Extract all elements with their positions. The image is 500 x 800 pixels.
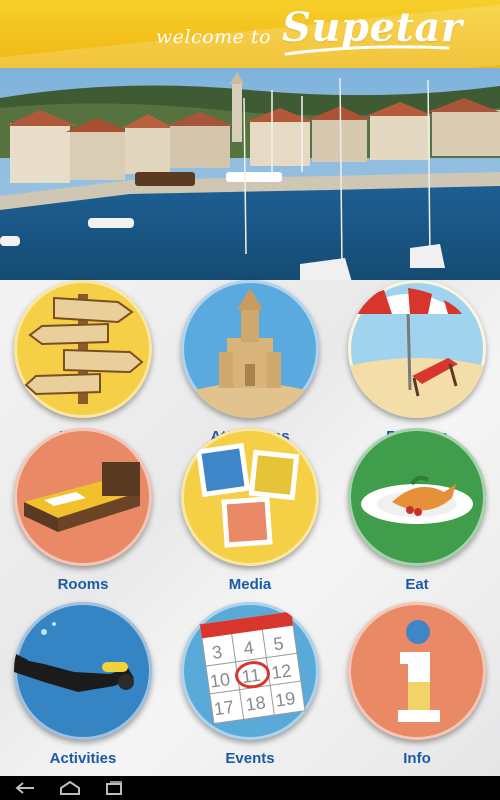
tile-media[interactable]: Media (175, 428, 325, 593)
tile-rooms[interactable]: Rooms (8, 428, 158, 593)
tile-beaches[interactable]: Beaches (342, 280, 492, 445)
system-navigation-bar (0, 776, 500, 800)
cal-num: 19 (274, 688, 297, 711)
tile-events[interactable]: 3 4 5 10 11 12 17 18 19 Events (175, 602, 325, 767)
back-icon[interactable] (14, 780, 38, 796)
tile-attractions[interactable]: Attractions (175, 280, 325, 445)
cal-num: 10 (209, 669, 232, 692)
app-header: welcome to Supetar (0, 0, 500, 68)
tile-label: Activities (49, 750, 117, 767)
menu-grid: Places Attractions (0, 280, 500, 776)
signpost-icon (14, 280, 152, 418)
fish-plate-icon (348, 428, 486, 566)
cal-num: 18 (244, 692, 267, 715)
tile-info[interactable]: Info (342, 602, 492, 767)
tile-label: Rooms (57, 576, 109, 593)
tile-label: Eat (405, 576, 429, 593)
harbour-photo (0, 68, 500, 290)
recent-apps-icon[interactable] (102, 780, 126, 796)
beach-umbrella-icon (348, 280, 486, 418)
bed-icon (14, 428, 152, 566)
cal-num: 12 (270, 660, 293, 683)
tile-eat[interactable]: Eat (342, 428, 492, 593)
scuba-diver-icon (14, 602, 152, 740)
home-icon[interactable] (58, 780, 82, 796)
info-icon (348, 602, 486, 740)
welcome-text: welcome to (156, 26, 272, 48)
tile-activities[interactable]: Activities (8, 602, 158, 767)
calendar-icon: 3 4 5 10 11 12 17 18 19 (181, 602, 319, 740)
tile-places[interactable]: Places (8, 280, 158, 445)
tile-label: Media (228, 576, 272, 593)
tile-label: Info (403, 750, 431, 767)
tile-label: Events (225, 750, 275, 767)
cal-num: 17 (213, 697, 236, 720)
brand-swoosh-icon (284, 45, 450, 56)
sandcastle-church-icon (181, 280, 319, 418)
photos-icon (181, 428, 319, 566)
